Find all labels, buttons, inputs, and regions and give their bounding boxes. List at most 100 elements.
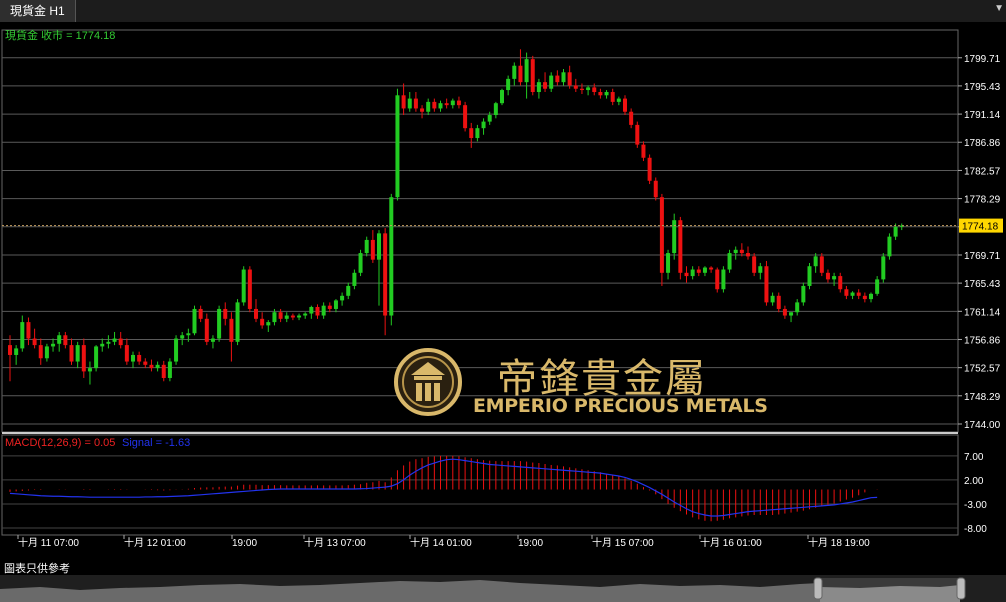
candle-body: [598, 92, 603, 96]
chart-navigator-scrollbar[interactable]: [0, 575, 1006, 602]
candle-body: [75, 345, 80, 362]
time-tick-label: 十月 18 19:00: [808, 536, 870, 549]
candle-body: [112, 338, 117, 342]
chart-disclaimer: 圖表只供參考: [4, 563, 70, 575]
candle-body: [524, 59, 529, 83]
time-tick-label: 十月 11 07:00: [18, 536, 79, 549]
candle-body: [106, 341, 111, 344]
candle-body: [426, 101, 431, 112]
candle-body: [118, 338, 123, 346]
candle-body: [875, 279, 880, 294]
candle-body: [149, 364, 154, 369]
navigator-left-handle[interactable]: [813, 577, 823, 600]
price-tick-label: 1799.71: [964, 54, 1001, 65]
candle-body: [518, 65, 523, 83]
chart-tab-title: 現貨金 H1: [10, 4, 65, 18]
candle-body: [500, 90, 504, 104]
chart-tab-bar: 現貨金 H1 ▼: [0, 0, 1006, 23]
time-tick-label: 十月 15 07:00: [592, 536, 654, 549]
candle-body: [881, 256, 886, 280]
price-tick-label: 1778.29: [964, 195, 1001, 206]
candle-body: [715, 269, 720, 290]
candle-body: [869, 293, 873, 300]
candle-body: [444, 103, 449, 106]
candle-body: [567, 72, 572, 86]
candle-body: [333, 300, 338, 309]
candle-body: [174, 338, 179, 362]
candle-body: [659, 197, 664, 273]
candle-body: [69, 345, 74, 362]
candle-body: [44, 346, 49, 359]
candle-body: [604, 92, 609, 96]
candle-body: [235, 302, 240, 342]
candle-body: [678, 220, 683, 273]
candle-body: [217, 308, 222, 339]
candle-body: [14, 348, 19, 355]
price-tick-label: 1748.29: [964, 392, 1001, 403]
candle-body: [481, 121, 486, 129]
candle-body: [610, 92, 615, 102]
navigator-right-handle[interactable]: [956, 577, 966, 600]
macd-tick-label: 2.00: [964, 476, 984, 487]
candle-body: [321, 305, 326, 316]
candle-body: [764, 266, 769, 303]
candle-body: [358, 253, 363, 273]
candle-body: [155, 364, 160, 369]
candle-body: [696, 269, 701, 273]
candle-body: [223, 308, 228, 319]
candle-body: [198, 308, 203, 319]
candle-body: [167, 361, 172, 378]
macd-tick-label: 7.00: [964, 452, 984, 463]
time-tick-label: 十月 16 01:00: [700, 536, 762, 549]
candle-body: [57, 335, 62, 344]
candle-body: [266, 322, 271, 326]
logo-english-text: EMPERIO PRECIOUS METALS: [473, 395, 768, 417]
candle-body: [573, 85, 578, 89]
candle-body: [838, 276, 843, 290]
candle-body: [709, 267, 714, 270]
candle-body: [352, 272, 357, 286]
candle-body: [290, 315, 295, 318]
candle-body: [795, 302, 800, 313]
candle-body: [81, 345, 86, 372]
price-tick-label: 1765.43: [964, 279, 1001, 290]
candle-body: [647, 157, 652, 181]
candle-body: [586, 87, 591, 91]
macd-tick-label: -3.00: [964, 500, 987, 511]
candle-body: [284, 315, 289, 319]
candle-body: [789, 312, 794, 316]
macd-tick-label: -8.00: [964, 524, 987, 535]
chevron-down-icon[interactable]: ▼: [994, 3, 1004, 14]
price-tick-label: 1795.43: [964, 82, 1001, 93]
price-chart[interactable]: 1799.71 1795.43 1791.14 1786.86 1782.57 1778.…: [0, 22, 1006, 556]
candle-body: [616, 98, 621, 102]
candle-body: [850, 292, 855, 296]
candle-body: [543, 82, 548, 89]
candle-body: [438, 103, 443, 109]
candle-body: [94, 346, 99, 369]
price-tick-label: 1782.57: [964, 166, 1001, 177]
candle-body: [666, 253, 671, 273]
candle-body: [629, 111, 634, 125]
candle-body: [432, 101, 437, 109]
candle-body: [506, 78, 511, 91]
candle-body: [32, 338, 37, 346]
candle-body: [832, 276, 837, 280]
candle-body: [186, 333, 191, 336]
candle-body: [124, 345, 129, 362]
candle-body: [383, 233, 388, 316]
candle-body: [340, 295, 345, 301]
candle-body: [210, 338, 215, 342]
candle-body: [475, 128, 480, 139]
candle-body: [893, 226, 898, 237]
candle-body: [733, 249, 738, 254]
price-tick-label: 1769.71: [964, 251, 1001, 262]
time-tick-label: 十月 12 01:00: [124, 536, 186, 549]
candle-body: [807, 266, 812, 286]
chart-tab[interactable]: 現貨金 H1: [0, 0, 76, 22]
candle-body: [272, 312, 277, 323]
candle-body: [776, 295, 781, 309]
price-tick-label: 1756.86: [964, 335, 1001, 346]
time-tick-label: 十月 14 01:00: [410, 536, 472, 549]
candle-body: [727, 253, 732, 270]
